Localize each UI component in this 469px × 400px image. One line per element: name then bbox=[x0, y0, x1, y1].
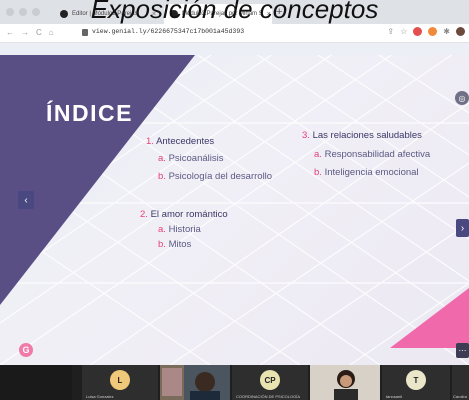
participant-name: Carolina bbox=[453, 394, 467, 399]
participant-video-icon bbox=[310, 365, 380, 400]
participant-strip: L Luisa Gonzalez CP COORDINACIÓN DE PSIC… bbox=[0, 365, 469, 400]
address-bar: ← → C ⌂ view.genial.ly/6226675347c17b001… bbox=[0, 24, 469, 43]
extension-icons: ⇪ ☆ ✱ bbox=[387, 27, 465, 36]
index-item-2[interactable]: 2. El amor romántico bbox=[140, 209, 228, 220]
index-subitem-2b[interactable]: b. Mitos bbox=[158, 239, 191, 250]
more-options-button[interactable]: ⋯ bbox=[456, 343, 469, 358]
participant-tile-empty bbox=[0, 365, 72, 400]
slide-title: ÍNDICE bbox=[46, 100, 133, 126]
overlay-caption: Exposición de conceptos bbox=[90, 0, 379, 24]
index-subitem-3b[interactable]: b. Inteligencia emocional bbox=[314, 167, 419, 178]
participant-tile-carolina[interactable]: Carolina bbox=[452, 365, 469, 400]
slide-background bbox=[0, 43, 469, 365]
index-item-1[interactable]: 1. Antecedentes bbox=[146, 136, 214, 147]
participant-tile-luisa[interactable]: L Luisa Gonzalez bbox=[82, 365, 158, 400]
presentation-slide: ◎ ÍNDICE 1. Antecedentes a. Psicoanálisi… bbox=[0, 43, 469, 365]
screenshot-root: Editor | Módulo3.Parejas × Módulo3.Parej… bbox=[0, 0, 469, 400]
reload-icon[interactable]: C bbox=[36, 28, 42, 37]
participant-video-icon bbox=[160, 365, 220, 400]
star-icon[interactable]: ☆ bbox=[400, 27, 407, 36]
participant-tile-video-2[interactable] bbox=[310, 365, 380, 400]
extension-orange-icon[interactable] bbox=[428, 27, 438, 36]
extension-red-icon[interactable] bbox=[413, 27, 423, 36]
participant-tile-coordinacion[interactable]: CP COORDINACIÓN DE PSICOLOGÍA bbox=[232, 365, 308, 400]
participant-tile-video-1[interactable] bbox=[160, 365, 230, 400]
avatar: CP bbox=[260, 370, 280, 390]
back-icon[interactable]: ← bbox=[6, 28, 14, 37]
fullscreen-icon[interactable]: ◎ bbox=[455, 91, 469, 105]
index-subitem-1a[interactable]: a. Psicoanálisis bbox=[158, 153, 224, 164]
genially-logo-icon[interactable]: G bbox=[19, 343, 33, 357]
participant-name: COORDINACIÓN DE PSICOLOGÍA bbox=[236, 394, 301, 399]
share-icon[interactable]: ⇪ bbox=[387, 27, 394, 36]
avatar: L bbox=[110, 370, 130, 390]
avatar: T bbox=[406, 370, 426, 390]
profile-avatar[interactable] bbox=[456, 27, 465, 36]
next-slide-button[interactable]: › bbox=[456, 219, 469, 237]
participant-name: Luisa Gonzalez bbox=[86, 394, 114, 399]
nav-controls: ← → C ⌂ bbox=[6, 28, 54, 37]
index-subitem-2a[interactable]: a. Historia bbox=[158, 224, 201, 235]
lock-icon[interactable] bbox=[82, 29, 88, 36]
url-field[interactable]: view.genial.ly/6226675347c17b001a45d393 bbox=[92, 28, 244, 35]
index-subitem-3a[interactable]: a. Responsabilidad afectiva bbox=[314, 149, 430, 160]
corner-triangle bbox=[390, 288, 469, 348]
home-icon[interactable]: ⌂ bbox=[49, 28, 54, 37]
participant-tile-t[interactable]: T tanosanti bbox=[382, 365, 450, 400]
participant-name: tanosanti bbox=[386, 394, 403, 399]
forward-icon[interactable]: → bbox=[21, 28, 29, 37]
index-item-3[interactable]: 3. Las relaciones saludables bbox=[302, 130, 422, 141]
puzzle-icon[interactable]: ✱ bbox=[443, 27, 450, 36]
previous-slide-button[interactable]: ‹ bbox=[18, 191, 34, 209]
index-subitem-1b[interactable]: b. Psicología del desarrollo bbox=[158, 171, 272, 182]
